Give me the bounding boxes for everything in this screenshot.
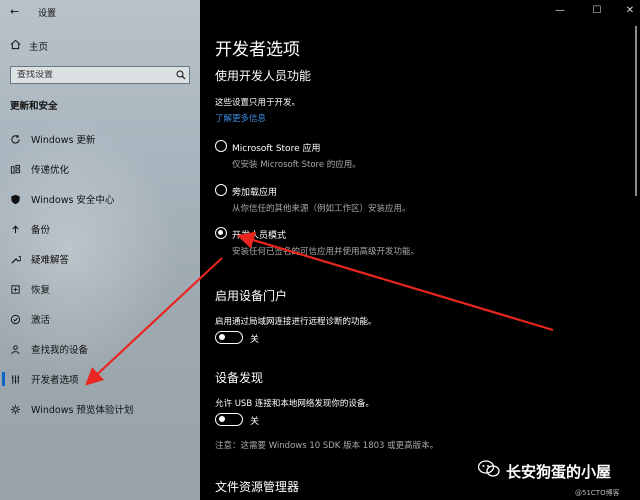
developer-icon xyxy=(10,374,21,385)
radio-desc-store-apps: 仅安装 Microsoft Store 的应用。 xyxy=(232,160,361,170)
content-pane: — ☐ ✕ 开发者选项 使用开发人员功能 这些设置只用于开发。 了解更多信息 M… xyxy=(200,0,640,500)
sidebar-item-backup[interactable]: 备份 xyxy=(0,214,200,244)
app-title: 设置 xyxy=(38,9,57,19)
close-button[interactable]: ✕ xyxy=(620,4,640,16)
device-discovery-toggle[interactable] xyxy=(215,413,243,426)
device-portal-heading: 启用设备门户 xyxy=(215,289,288,303)
scrollbar[interactable] xyxy=(635,26,637,196)
radio-store-apps[interactable] xyxy=(215,140,227,152)
toggle-knob xyxy=(219,334,225,340)
search-input[interactable] xyxy=(17,70,173,80)
settings-search-box[interactable] xyxy=(10,66,190,84)
insider-icon xyxy=(10,404,21,415)
watermark-sub: @51CTO博客 xyxy=(575,489,620,497)
nav-home-label: 主页 xyxy=(29,42,49,53)
dev-features-heading: 使用开发人员功能 xyxy=(215,69,312,83)
sidebar-item-label: 激活 xyxy=(31,315,51,326)
sidebar-item-recovery[interactable]: 恢复 xyxy=(0,274,200,304)
sidebar-item-windows-insider[interactable]: Windows 预览体验计划 xyxy=(0,394,200,424)
sidebar-item-delivery-optimization[interactable]: 传递优化 xyxy=(0,154,200,184)
sidebar-item-troubleshoot[interactable]: 疑难解答 xyxy=(0,244,200,274)
dev-features-note: 这些设置只用于开发。 xyxy=(215,98,301,108)
wechat-icon xyxy=(477,460,500,482)
radio-desc-sideload-apps: 从你信任的其他来源（例如工作区）安装应用。 xyxy=(232,204,411,214)
watermark: 长安狗蛋的小屋 xyxy=(477,460,612,482)
toggle-knob xyxy=(219,416,225,422)
nav-home[interactable]: 主页 xyxy=(10,39,48,53)
backup-icon xyxy=(10,224,21,235)
shield-icon xyxy=(10,194,21,205)
radio-desc-developer-mode: 安装任何已签名的可信应用并使用高级开发功能。 xyxy=(232,247,420,257)
minimize-button[interactable]: — xyxy=(550,4,570,16)
sidebar-item-label: 恢复 xyxy=(31,285,51,296)
section-title: 更新和安全 xyxy=(10,101,58,112)
navigation-pane: ← 设置 主页 更新和安全 Windows 更新 传递优化 Windows 安全… xyxy=(0,0,200,500)
radio-label-developer-mode[interactable]: 开发人员模式 xyxy=(232,228,286,241)
device-discovery-desc: 允许 USB 连接和本地网络发现你的设备。 xyxy=(215,399,374,409)
sidebar-item-label: 备份 xyxy=(31,225,51,236)
home-icon xyxy=(10,39,21,53)
device-discovery-heading: 设备发现 xyxy=(215,371,264,385)
recovery-icon xyxy=(10,284,21,295)
device-portal-desc: 启用通过局域网连接进行远程诊断的功能。 xyxy=(215,317,377,327)
sidebar-item-label: 传递优化 xyxy=(31,165,70,176)
delivery-icon xyxy=(10,164,21,175)
page-title: 开发者选项 xyxy=(215,40,300,60)
sidebar-item-developer-options[interactable]: 开发者选项 xyxy=(0,364,200,394)
maximize-button[interactable]: ☐ xyxy=(587,4,607,16)
learn-more-link[interactable]: 了解更多信息 xyxy=(215,112,266,124)
wrench-icon xyxy=(10,254,21,265)
sidebar-item-label: 开发者选项 xyxy=(31,375,79,386)
sidebar-item-find-my-device[interactable]: 查找我的设备 xyxy=(0,334,200,364)
sidebar-item-windows-security[interactable]: Windows 安全中心 xyxy=(0,184,200,214)
sidebar-item-label: 疑难解答 xyxy=(31,255,70,266)
sidebar-item-label: 查找我的设备 xyxy=(31,345,89,356)
radio-label-store-apps[interactable]: Microsoft Store 应用 xyxy=(232,141,320,154)
back-arrow-icon[interactable]: ← xyxy=(10,5,19,18)
person-pin-icon xyxy=(10,344,21,355)
radio-sideload-apps[interactable] xyxy=(215,184,227,196)
sidebar-item-label: Windows 更新 xyxy=(31,135,96,146)
refresh-icon xyxy=(10,134,21,145)
sidebar-item-windows-update[interactable]: Windows 更新 xyxy=(0,124,200,154)
radio-label-sideload-apps[interactable]: 旁加载应用 xyxy=(232,185,277,198)
sidebar-item-label: Windows 预览体验计划 xyxy=(31,405,134,416)
check-circle-icon xyxy=(10,314,21,325)
device-discovery-note: 注意：这需要 Windows 10 SDK 版本 1803 或更高版本。 xyxy=(215,441,439,451)
search-icon[interactable] xyxy=(173,67,189,83)
radio-developer-mode[interactable] xyxy=(215,227,227,239)
device-discovery-toggle-state: 关 xyxy=(250,417,260,427)
nav-list: Windows 更新 传递优化 Windows 安全中心 备份 疑难解答 恢复 … xyxy=(0,124,200,424)
device-portal-toggle[interactable] xyxy=(215,331,243,344)
file-explorer-heading: 文件资源管理器 xyxy=(215,480,300,494)
device-portal-toggle-state: 关 xyxy=(250,335,260,345)
watermark-name: 长安狗蛋的小屋 xyxy=(506,462,612,481)
sidebar-item-activation[interactable]: 激活 xyxy=(0,304,200,334)
sidebar-item-label: Windows 安全中心 xyxy=(31,195,115,206)
